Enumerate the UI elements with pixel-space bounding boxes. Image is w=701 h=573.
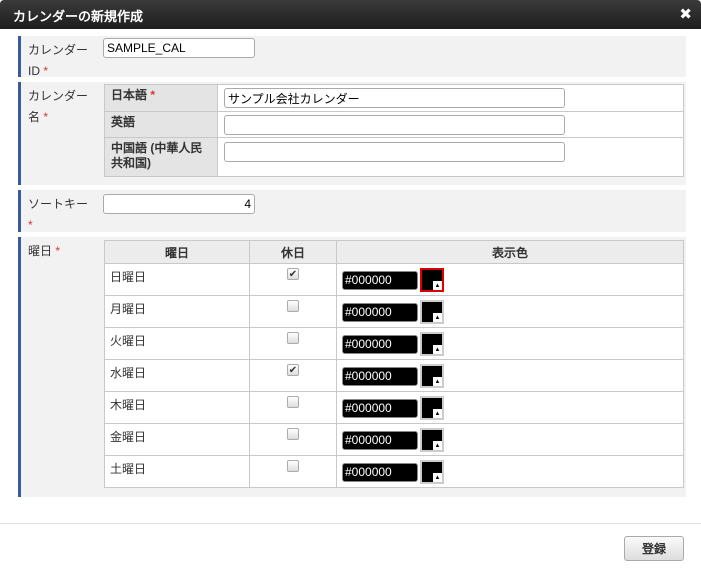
day-name: 金曜日 [104, 423, 250, 456]
dialog-titlebar: カレンダーの新規作成 ✖ [0, 0, 701, 29]
calendar-id-input[interactable] [103, 38, 255, 58]
name-zh-input[interactable] [224, 142, 565, 162]
color-input[interactable]: #000000 [342, 366, 418, 386]
holiday-checkbox[interactable]: ✔ [287, 268, 299, 280]
sort-key-input[interactable] [103, 194, 255, 214]
color-input[interactable]: #000000 [342, 302, 418, 322]
calendar-name-table: 日本語 * 英語 中国語 (中華人民共和国) [104, 84, 684, 177]
color-input[interactable]: #000000 [342, 398, 418, 418]
weekday-row: 曜日 * 曜日 休日 表示色 日曜日 ✔ #000000 ▲ 月曜日 #000000 ▲ 火… [18, 237, 686, 497]
sort-key-label: ソートキー * [18, 190, 97, 232]
color-picker-button[interactable]: ▲ [420, 460, 444, 484]
day-name: 木曜日 [104, 391, 250, 424]
color-picker-button[interactable]: ▲ [420, 268, 444, 292]
triangle-up-icon: ▲ [433, 313, 442, 322]
triangle-up-icon: ▲ [433, 345, 442, 354]
color-picker-button[interactable]: ▲ [420, 396, 444, 420]
color-picker-button[interactable]: ▲ [420, 332, 444, 356]
required-mark: * [55, 244, 61, 258]
triangle-up-icon: ▲ [433, 281, 442, 290]
color-picker-button[interactable]: ▲ [420, 300, 444, 324]
weekday-table-row: 月曜日 #000000 ▲ [104, 295, 684, 328]
weekday-table-row: 土曜日 #000000 ▲ [104, 455, 684, 488]
day-name: 火曜日 [104, 327, 250, 360]
label-text: ソートキー [28, 197, 89, 211]
required-mark: * [43, 110, 49, 124]
name-en-input[interactable] [224, 115, 565, 135]
label-text: カレンダー名 [28, 89, 89, 124]
color-input[interactable]: #000000 [342, 430, 418, 450]
register-button[interactable]: 登録 [624, 536, 684, 561]
day-name: 日曜日 [104, 263, 250, 296]
calendar-name-label: カレンダー名 * [18, 82, 97, 185]
triangle-up-icon: ▲ [433, 473, 442, 482]
holiday-checkbox[interactable] [287, 300, 299, 312]
weekday-table-row: 水曜日 ✔ #000000 ▲ [104, 359, 684, 392]
color-picker-button[interactable]: ▲ [420, 428, 444, 452]
footer-divider [0, 523, 701, 524]
holiday-checkbox[interactable] [287, 396, 299, 408]
holiday-checkbox[interactable] [287, 460, 299, 472]
triangle-up-icon: ▲ [433, 377, 442, 386]
calendar-id-label: カレンダーID * [18, 36, 97, 78]
day-name: 水曜日 [104, 359, 250, 392]
calendar-name-row: カレンダー名 * 日本語 * 英語 中国語 (中華人民共和国) [18, 82, 686, 185]
lang-label-zh: 中国語 (中華人民共和国) [104, 137, 218, 177]
weekday-table-row: 日曜日 ✔ #000000 ▲ [104, 263, 684, 296]
required-mark: * [43, 64, 49, 78]
weekday-table: 曜日 休日 表示色 日曜日 ✔ #000000 ▲ 月曜日 #000000 ▲ 火曜日 #0… [104, 240, 684, 488]
day-name: 土曜日 [104, 455, 250, 488]
required-mark: * [28, 218, 33, 232]
lang-label-en: 英語 [104, 111, 218, 138]
color-picker-button[interactable]: ▲ [420, 364, 444, 388]
close-icon[interactable]: ✖ [679, 5, 692, 23]
header-holiday: 休日 [249, 240, 337, 264]
triangle-up-icon: ▲ [433, 409, 442, 418]
weekday-table-row: 木曜日 #000000 ▲ [104, 391, 684, 424]
header-color: 表示色 [336, 240, 684, 264]
weekday-table-row: 金曜日 #000000 ▲ [104, 423, 684, 456]
holiday-checkbox[interactable] [287, 332, 299, 344]
weekday-label: 曜日 * [18, 237, 97, 497]
color-input[interactable]: #000000 [342, 462, 418, 482]
name-ja-input[interactable] [224, 88, 565, 108]
dialog-title: カレンダーの新規作成 [13, 9, 144, 24]
lang-label-ja: 日本語 * [104, 84, 218, 112]
holiday-checkbox[interactable] [287, 428, 299, 440]
weekday-table-row: 火曜日 #000000 ▲ [104, 327, 684, 360]
holiday-checkbox[interactable]: ✔ [287, 364, 299, 376]
label-text: 曜日 [28, 244, 53, 258]
sort-key-row: ソートキー * [18, 190, 686, 232]
triangle-up-icon: ▲ [433, 441, 442, 450]
label-text: カレンダーID [28, 43, 89, 78]
color-input[interactable]: #000000 [342, 270, 418, 290]
color-input[interactable]: #000000 [342, 334, 418, 354]
day-name: 月曜日 [104, 295, 250, 328]
header-day: 曜日 [104, 240, 250, 264]
calendar-id-row: カレンダーID * [18, 36, 686, 78]
